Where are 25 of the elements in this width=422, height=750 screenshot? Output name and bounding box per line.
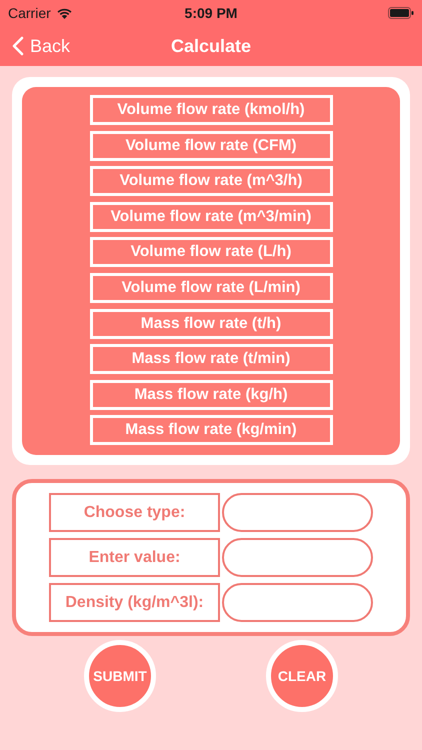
battery-icon (388, 7, 414, 19)
type-option-button[interactable]: Mass flow rate (t/min) (90, 344, 332, 374)
type-option-button[interactable]: Volume flow rate (kmol/h) (90, 95, 332, 125)
type-option-button[interactable]: Volume flow rate (m^3/min) (90, 202, 332, 232)
type-option-button[interactable]: Volume flow rate (CFM) (90, 130, 332, 161)
carrier-label: Carrier (8, 5, 51, 21)
input-field[interactable] (222, 538, 373, 578)
back-button[interactable]: Back (12, 36, 70, 56)
type-option-button[interactable]: Volume flow rate (m^3/h) (90, 166, 332, 196)
type-option-button[interactable]: Volume flow rate (L/min) (90, 272, 332, 303)
type-option-button[interactable]: Mass flow rate (t/h) (90, 308, 332, 339)
field-label: Enter value: (49, 538, 220, 578)
wifi-icon (56, 7, 73, 19)
submit-button[interactable]: SUBMIT (84, 640, 156, 712)
chevron-left-icon (12, 36, 24, 56)
type-option-button[interactable]: Mass flow rate (kg/min) (90, 415, 332, 446)
field-label: Density (kg/m^3l): (49, 583, 220, 622)
type-option-button[interactable]: Volume flow rate (L/h) (90, 237, 332, 268)
input-field[interactable] (222, 493, 373, 532)
clear-button[interactable]: CLEAR (266, 640, 338, 712)
screen-title: Calculate (170, 36, 252, 56)
type-option-button[interactable]: Mass flow rate (kg/h) (90, 380, 332, 410)
input-field[interactable] (222, 583, 373, 622)
clock-time: 5:09 PM (184, 5, 238, 21)
field-label: Choose type: (49, 493, 220, 532)
